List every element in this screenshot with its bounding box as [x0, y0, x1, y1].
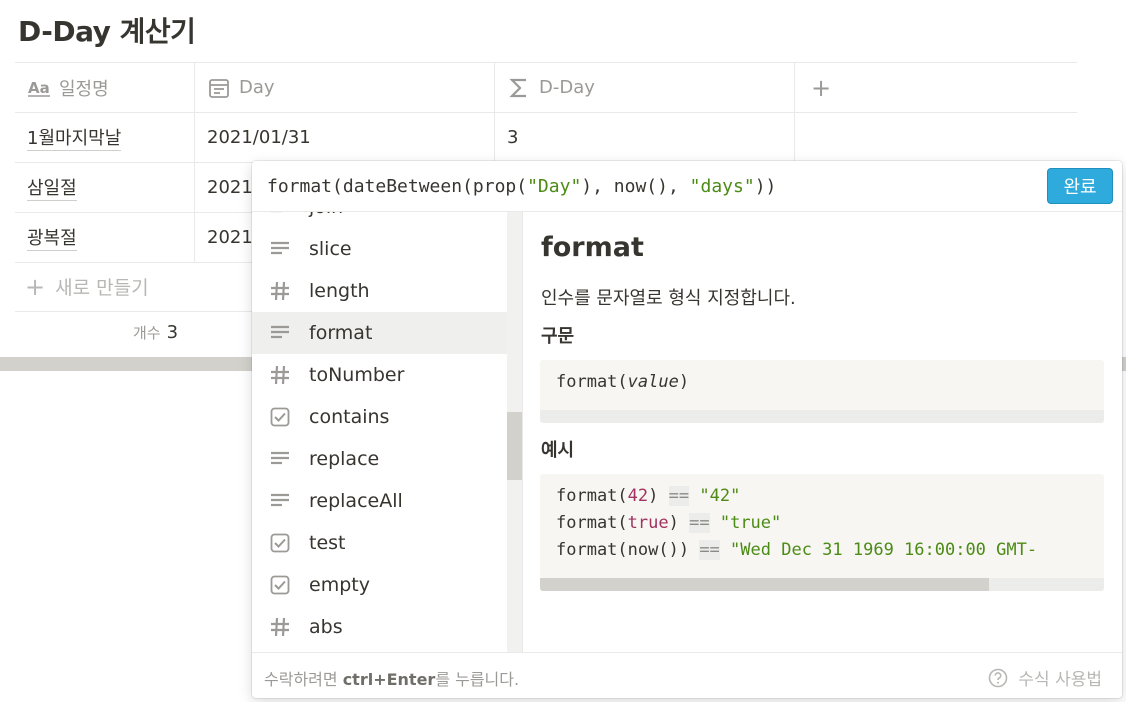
new-row-label: 새로 만들기	[55, 277, 149, 299]
function-item-slice[interactable]: slice	[252, 228, 507, 270]
function-label: abs	[309, 616, 343, 638]
text-aa-icon: Aa	[27, 76, 51, 100]
function-item-toNumber[interactable]: toNumber	[252, 354, 507, 396]
function-label: toNumber	[309, 364, 405, 386]
examples-heading: 예시	[541, 440, 575, 461]
plus-icon: +	[25, 272, 46, 301]
text-lines-icon	[268, 447, 292, 471]
text-lines-icon	[268, 212, 292, 219]
column-header-label: D-Day	[539, 77, 595, 98]
count-label: 개수	[133, 324, 161, 342]
function-label: slice	[309, 238, 352, 260]
empty-cell[interactable]	[794, 113, 1077, 162]
function-label: replace	[309, 448, 380, 470]
text-lines-icon	[268, 237, 292, 261]
code-scroll-thumb[interactable]	[540, 578, 989, 591]
add-column-button[interactable]: +	[794, 63, 1077, 112]
column-header-label: Day	[239, 77, 275, 98]
table-header-row: Aa 일정명 Day D-Day +	[15, 62, 1077, 113]
sigma-icon	[507, 76, 531, 100]
syntax-heading: 구문	[541, 326, 575, 347]
table-row[interactable]: 1월마지막날 2021/01/31 3	[15, 113, 1077, 163]
formula-input[interactable]: format(dateBetween(prop("Day"), now(), "…	[267, 176, 776, 197]
done-button[interactable]: 완료	[1047, 168, 1113, 204]
column-header-day[interactable]: Day	[194, 63, 494, 112]
function-label: length	[309, 280, 370, 302]
function-item-replace[interactable]: replace	[252, 438, 507, 480]
function-label: test	[309, 532, 346, 554]
example-line: format(42) == "42"	[556, 486, 741, 506]
question-circle-icon	[988, 668, 1008, 688]
function-item-format[interactable]: format	[252, 312, 507, 354]
function-label: empty	[309, 574, 370, 596]
calendar-icon	[207, 76, 231, 100]
examples-code-block: format(42) == "42" format(true) == "true…	[540, 474, 1104, 591]
formula-help-link[interactable]: 수식 사용법	[988, 665, 1102, 690]
hash-icon	[268, 363, 292, 387]
checkbox-icon	[268, 573, 292, 597]
function-item-empty[interactable]: empty	[252, 564, 507, 606]
formula-cell[interactable]: 3	[494, 113, 794, 162]
plus-icon: +	[811, 73, 832, 102]
text-lines-icon	[268, 321, 292, 345]
code-scrollbar[interactable]	[540, 410, 1104, 423]
function-item-length[interactable]: length	[252, 270, 507, 312]
example-line: format(true) == "true"	[556, 513, 782, 533]
function-documentation: format 인수를 문자열로 형식 지정합니다. 구문 format(valu…	[539, 212, 1104, 652]
svg-text:Aa: Aa	[28, 79, 50, 97]
divider	[522, 212, 523, 652]
date-cell[interactable]: 2021/01/31	[194, 113, 494, 162]
column-header-dday[interactable]: D-Day	[494, 63, 794, 112]
hash-icon	[268, 279, 292, 303]
syntax-line: format(value)	[556, 372, 690, 392]
doc-description: 인수를 문자열로 형식 지정합니다.	[541, 288, 796, 309]
function-item-replaceAll[interactable]: replaceAll	[252, 480, 507, 522]
syntax-code-block: format(value)	[540, 360, 1104, 423]
page-title: D-Day 계산기	[18, 15, 196, 48]
function-list-scroll-thumb[interactable]	[507, 412, 522, 480]
formula-bar: format(dateBetween(prop("Day"), now(), "…	[252, 161, 1122, 212]
row-count[interactable]: 개수 3	[133, 322, 178, 343]
checkbox-icon	[268, 405, 292, 429]
column-header-label: 일정명	[59, 78, 109, 100]
example-line: format(now()) == "Wed Dec 31 1969 16:00:…	[556, 540, 1038, 560]
function-item-contains[interactable]: contains	[252, 396, 507, 438]
column-header-name[interactable]: Aa 일정명	[15, 63, 194, 112]
title-cell[interactable]: 삼일절	[15, 163, 194, 212]
function-list: join slice length format toNumber contains re…	[252, 212, 507, 652]
popup-footer: 수락하려면 ctrl+Enter를 누릅니다. 수식 사용법	[252, 652, 1122, 698]
function-label: format	[309, 322, 373, 344]
function-label: replaceAll	[309, 490, 403, 512]
hash-icon	[268, 615, 292, 639]
formula-editor-popup: format(dateBetween(prop("Day"), now(), "…	[252, 161, 1122, 698]
doc-title: format	[541, 232, 644, 263]
function-item[interactable]: join	[252, 212, 507, 228]
text-lines-icon	[268, 489, 292, 513]
checkbox-icon	[268, 531, 292, 555]
accept-hint: 수락하려면 ctrl+Enter를 누릅니다.	[264, 670, 520, 689]
count-value: 3	[166, 322, 179, 343]
function-item-abs[interactable]: abs	[252, 606, 507, 648]
function-label: contains	[309, 406, 390, 428]
title-cell[interactable]: 광복절	[15, 213, 194, 262]
function-item-test[interactable]: test	[252, 522, 507, 564]
title-cell[interactable]: 1월마지막날	[15, 113, 194, 162]
